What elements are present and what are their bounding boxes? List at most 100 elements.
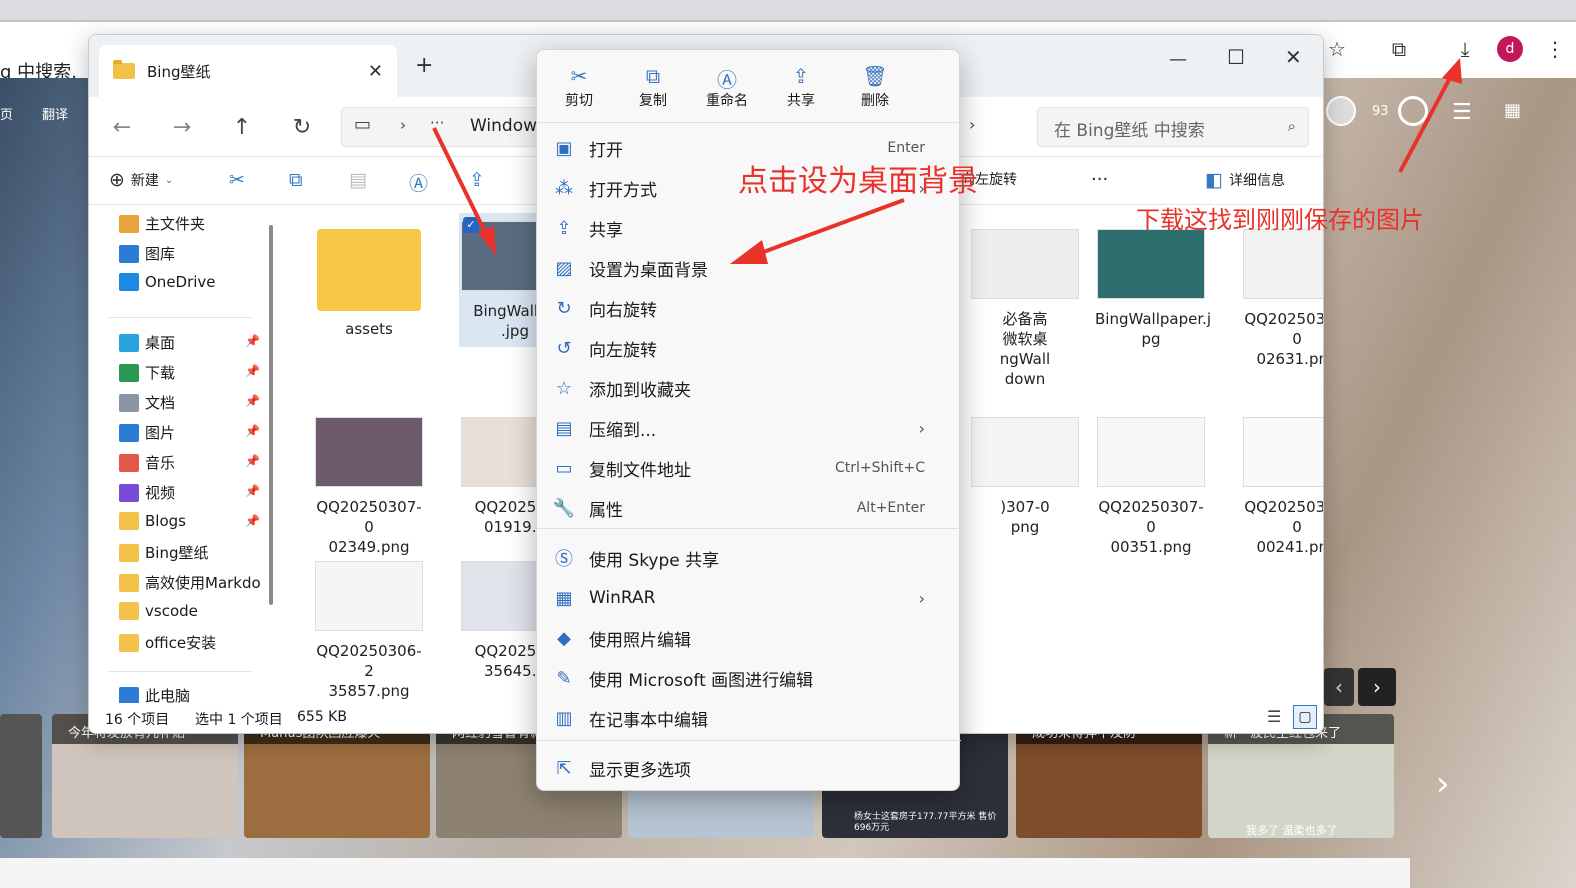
sidebar-item[interactable]: 主文件夹 <box>119 213 205 234</box>
new-tab-button[interactable]: + <box>415 53 433 78</box>
file-item[interactable]: QQ20250306-2 35857.png <box>313 561 425 701</box>
sidebar-item[interactable]: 图库 <box>119 243 175 264</box>
context-menu-item[interactable]: Ⓢ 使用 Skype 共享 <box>553 540 945 576</box>
file-name: QQ20250307-0 <box>316 498 422 536</box>
context-menu-label: 向左旋转 <box>589 340 657 361</box>
details-button[interactable]: ◧ 详细信息 <box>1205 169 1285 191</box>
sidebar-item[interactable]: Bing壁纸 <box>119 542 209 563</box>
maximize-button[interactable]: ☐ <box>1227 45 1245 69</box>
context-menu-item[interactable]: ✎ 使用 Microsoft 画图进行编辑 <box>553 660 945 696</box>
download-icon[interactable]: ⤓ <box>1450 34 1480 64</box>
file-thumbnail <box>315 417 423 487</box>
file-item[interactable]: )307-0 png <box>969 417 1081 537</box>
sidebar-item[interactable]: 音乐 <box>119 452 175 473</box>
file-item[interactable]: QQ20250307-0 00241.png <box>1241 417 1323 557</box>
copy-button[interactable]: ⧉ <box>289 169 303 191</box>
new-button[interactable]: ⊕ 新建 ⌄ <box>109 169 173 191</box>
selection-checkbox[interactable]: ✓ <box>463 217 479 233</box>
context-menu-item[interactable]: ☆ 添加到收藏夹 <box>553 370 945 406</box>
file-name: 必备高 <box>1002 310 1048 328</box>
chevron-right-icon: › <box>400 116 406 134</box>
explorer-tab[interactable]: Bing壁纸 ✕ <box>99 45 397 97</box>
file-item[interactable]: QQ20250307-0 02631.png <box>1241 229 1323 369</box>
sidebar-item[interactable]: OneDrive <box>119 273 216 291</box>
quick-action-button[interactable]: ✂ 剪切 <box>549 64 609 110</box>
minimize-button[interactable]: — <box>1169 49 1187 70</box>
extensions-icon[interactable]: ⧉ <box>1384 34 1414 64</box>
bookmark-star-icon[interactable]: ☆ <box>1322 34 1352 64</box>
quick-action-button[interactable]: ⇪ 共享 <box>771 64 831 110</box>
file-name: 微软桌 <box>1002 330 1048 348</box>
sidebar-item[interactable]: 视频 <box>119 482 175 503</box>
context-menu-item[interactable]: ⇪ 共享 <box>553 210 945 246</box>
quick-action-button[interactable]: ⧉ 复制 <box>623 64 683 110</box>
context-menu-item[interactable]: ↺ 向左旋转 <box>553 330 945 366</box>
paste-button[interactable]: ▤ <box>349 169 367 191</box>
forward-arrow-icon[interactable]: → <box>167 115 197 140</box>
skype-icon: Ⓢ <box>555 549 573 570</box>
hamburger-menu-icon[interactable]: ☰ <box>1452 100 1472 125</box>
context-menu-item[interactable]: ▭ 复制文件地址 Ctrl+Shift+C <box>553 450 945 486</box>
context-menu-item[interactable]: ▨ 设置为桌面背景 <box>553 250 945 286</box>
context-menu-item[interactable]: 🔧 属性 Alt+Enter <box>553 490 945 526</box>
news-card-partial[interactable] <box>0 714 42 838</box>
sidebar-item[interactable]: 图片 <box>119 422 175 443</box>
news-next-small-button[interactable]: › <box>1358 668 1396 706</box>
large-icons-view-icon[interactable]: ▢ <box>1293 705 1317 729</box>
file-item[interactable]: QQ20250307-0 02349.png <box>313 417 425 557</box>
shortcut-hint: Ctrl+Shift+C <box>835 460 925 476</box>
quick-action-button[interactable]: Ⓐ 重命名 <box>697 64 757 110</box>
open-icon: ▣ <box>555 137 573 159</box>
close-window-button[interactable]: ✕ <box>1285 45 1302 69</box>
sidebar-scrollbar[interactable] <box>269 225 273 605</box>
cut-button[interactable]: ✂ <box>229 169 245 191</box>
bing-user-icon[interactable] <box>1326 96 1356 126</box>
breadcrumb-more[interactable]: ··· <box>430 114 444 132</box>
details-view-icon[interactable]: ☰ <box>1267 707 1281 726</box>
context-menu-item[interactable]: ▦ WinRAR › <box>553 580 945 616</box>
file-item[interactable]: BingWallpaper.j pg <box>1095 229 1211 349</box>
carousel-next-icon[interactable]: › <box>1436 764 1450 804</box>
address-bar[interactable]: ▭ › ··· Windows <box>341 107 546 147</box>
sidebar-item[interactable]: 桌面 <box>119 332 175 353</box>
copy-icon: ⧉ <box>289 169 303 191</box>
profile-avatar[interactable]: d <box>1497 36 1523 62</box>
close-tab-icon[interactable]: ✕ <box>368 61 383 82</box>
context-menu-item[interactable]: ⇱ 显示更多选项 <box>553 750 945 786</box>
sidebar-item[interactable]: vscode <box>119 602 198 620</box>
annotation-set-wallpaper: 点击设为桌面背景 <box>738 164 978 199</box>
file-item[interactable]: 必备高 微软桌 ngWall down <box>969 229 1081 389</box>
context-menu-item[interactable]: ▥ 在记事本中编辑 <box>553 700 945 736</box>
bing-translate-link[interactable]: 翻译 <box>42 104 68 123</box>
sidebar-item[interactable]: Blogs <box>119 512 186 530</box>
sidebar-item[interactable]: 文档 <box>119 392 175 413</box>
file-name: 00241.png <box>1256 538 1323 556</box>
share-button[interactable]: ⇪ <box>469 169 485 191</box>
more-button[interactable]: ··· <box>1091 169 1108 190</box>
file-thumbnail <box>1243 229 1323 299</box>
news-prev-button[interactable]: ‹ <box>1324 668 1354 706</box>
context-menu-label: 在记事本中编辑 <box>589 710 708 731</box>
rewards-trophy-icon[interactable] <box>1398 96 1428 126</box>
pin-icon: 📌 <box>245 484 260 498</box>
context-menu-item[interactable]: ◆ 使用照片编辑 <box>553 620 945 656</box>
context-menu-item[interactable]: ↻ 向右旋转 <box>553 290 945 326</box>
browser-menu-icon[interactable]: ⋮ <box>1540 34 1570 64</box>
file-item[interactable]: assets <box>313 229 425 339</box>
back-arrow-icon[interactable]: ← <box>107 115 137 140</box>
breadcrumb-chevron-icon[interactable]: › <box>969 115 975 134</box>
quick-action-button[interactable]: 🗑 删除 <box>845 64 905 110</box>
refresh-icon[interactable]: ↻ <box>287 115 317 140</box>
sidebar-item[interactable]: 高效使用Markdo <box>119 572 261 593</box>
search-input[interactable]: 在 Bing壁纸 中搜索 ⌕ <box>1037 107 1309 147</box>
up-arrow-icon[interactable]: ↑ <box>227 115 257 140</box>
context-menu-item[interactable]: ▤ 压缩到... › <box>553 410 945 446</box>
sidebar-item[interactable]: office安装 <box>119 632 216 653</box>
file-name: QQ20250307-0 <box>1244 310 1323 348</box>
sidebar-item-icon <box>119 273 139 291</box>
file-item[interactable]: QQ20250307-0 00351.png <box>1095 417 1207 557</box>
sidebar-item[interactable]: 下载 <box>119 362 175 383</box>
rename-button[interactable]: Ⓐ <box>409 169 428 196</box>
qr-code-icon[interactable]: ▦ <box>1504 100 1521 121</box>
breadcrumb-item[interactable]: Windows <box>470 116 546 136</box>
